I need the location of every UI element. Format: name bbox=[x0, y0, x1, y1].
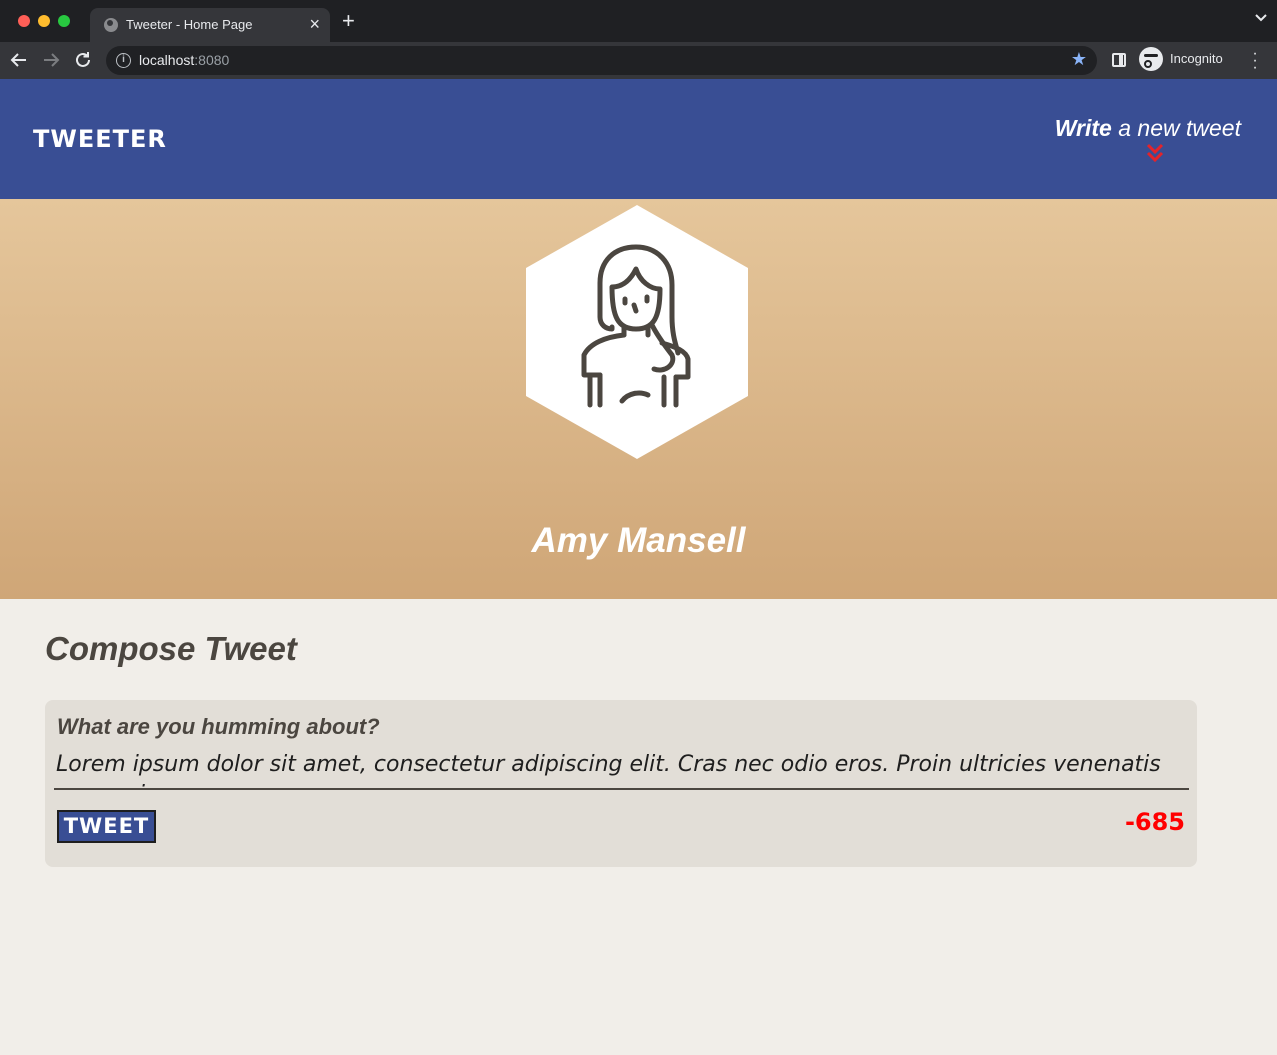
info-icon[interactable]: i bbox=[116, 53, 131, 68]
tab-search-chevron-icon[interactable] bbox=[1255, 14, 1267, 24]
tweet-textarea[interactable]: Lorem ipsum dolor sit amet, consectetur … bbox=[54, 750, 1189, 790]
character-counter: -685 bbox=[1124, 808, 1185, 836]
write-rest-text: a new tweet bbox=[1111, 115, 1241, 141]
incognito-icon bbox=[1139, 47, 1163, 71]
new-tab-button[interactable]: + bbox=[342, 10, 355, 32]
write-new-tweet-link[interactable]: Write a new tweet bbox=[1055, 115, 1241, 142]
incognito-label: Incognito bbox=[1170, 51, 1223, 66]
back-arrow-icon[interactable] bbox=[7, 48, 31, 72]
maximize-window-button[interactable] bbox=[58, 15, 70, 27]
reload-icon[interactable] bbox=[71, 48, 95, 72]
profile-name: Amy Mansell bbox=[531, 521, 746, 560]
minimize-window-button[interactable] bbox=[38, 15, 50, 27]
bookmark-star-icon[interactable]: ★ bbox=[1071, 49, 1087, 70]
tab-close-button[interactable]: × bbox=[309, 14, 320, 34]
compose-title: Compose Tweet bbox=[45, 630, 297, 667]
compose-label: What are you humming about? bbox=[57, 714, 380, 739]
compose-form: What are you humming about? Lorem ipsum … bbox=[45, 700, 1197, 867]
site-logo[interactable]: TWEETER bbox=[33, 125, 167, 153]
tab-title: Tweeter - Home Page bbox=[126, 17, 253, 32]
close-window-button[interactable] bbox=[18, 15, 30, 27]
profile-banner: Amy Mansell bbox=[0, 199, 1277, 599]
profile-avatar bbox=[526, 205, 748, 459]
address-bar[interactable]: i localhost:8080 ★ bbox=[106, 46, 1097, 75]
browser-toolbar: i localhost:8080 ★ Incognito · · · bbox=[0, 42, 1277, 79]
side-panel-icon[interactable] bbox=[1112, 53, 1126, 67]
url-text: localhost:8080 bbox=[139, 52, 230, 68]
browser-tab[interactable]: Tweeter - Home Page × bbox=[90, 8, 330, 42]
globe-icon bbox=[104, 18, 118, 32]
woman-avatar-icon bbox=[526, 205, 748, 459]
write-strong-text: Write bbox=[1054, 115, 1112, 141]
double-chevron-down-icon[interactable] bbox=[1146, 143, 1164, 163]
browser-menu-icon[interactable]: · · · bbox=[1250, 46, 1260, 76]
browser-tab-strip: Tweeter - Home Page × + bbox=[0, 0, 1277, 42]
forward-arrow-icon[interactable] bbox=[39, 48, 63, 72]
incognito-profile-button[interactable]: Incognito bbox=[1139, 47, 1235, 73]
site-header: TWEETER Write a new tweet bbox=[0, 79, 1277, 199]
tweet-button[interactable]: TWEET bbox=[57, 810, 156, 843]
